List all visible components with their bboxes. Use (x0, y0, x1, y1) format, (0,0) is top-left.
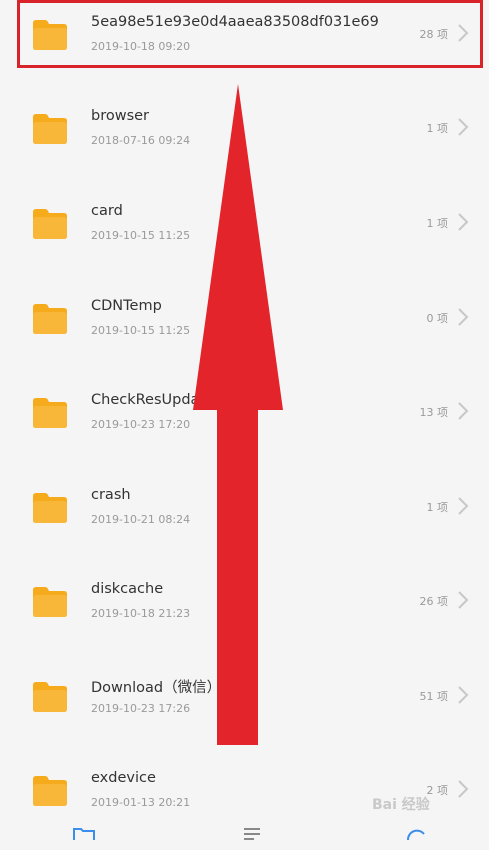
folder-row[interactable]: CDNTemp 2019-10-15 11:25 0 项 (0, 284, 489, 378)
folder-row[interactable]: CheckResUpdat 2019-10-23 17:20 13 项 (0, 378, 489, 472)
folder-date: 2018-07-16 09:24 (91, 134, 191, 147)
folder-name: Download（微信） (91, 680, 222, 696)
bottom-tab-bar (0, 822, 489, 840)
folder-icon (30, 208, 70, 240)
folder-icon (30, 681, 70, 713)
chevron-right-icon (457, 117, 469, 137)
refresh-tab-icon[interactable] (404, 826, 428, 840)
chevron-right-icon (457, 590, 469, 610)
folder-name: CheckResUpdat (91, 392, 206, 408)
item-count: 1 项 (426, 122, 449, 135)
folder-name: diskcache (91, 581, 164, 597)
folder-date: 2019-01-13 20:21 (91, 796, 191, 809)
folder-name: CDNTemp (91, 298, 162, 314)
folder-tab-icon[interactable] (72, 826, 96, 840)
folder-date: 2019-10-18 21:23 (91, 607, 191, 620)
item-count: 26 项 (419, 595, 449, 608)
list-tab-icon[interactable] (240, 826, 264, 840)
item-count: 51 项 (419, 690, 449, 703)
item-count: 1 项 (426, 501, 449, 514)
item-count: 0 项 (426, 312, 449, 325)
folder-row[interactable]: crash 2019-10-21 08:24 1 项 (0, 473, 489, 567)
folder-icon (30, 303, 70, 335)
chevron-right-icon (457, 685, 469, 705)
folder-date: 2019-10-21 08:24 (91, 513, 191, 526)
item-count: 1 项 (426, 217, 449, 230)
folder-icon (30, 775, 70, 807)
folder-date: 2019-10-15 11:25 (91, 229, 191, 242)
chevron-right-icon (457, 212, 469, 232)
baidu-watermark: Bai 经验 (372, 797, 430, 813)
folder-name: browser (91, 108, 150, 124)
folder-row[interactable]: Download（微信） 2019-10-23 17:26 51 项 (0, 662, 489, 756)
folder-name: exdevice (91, 770, 156, 786)
folder-row[interactable]: browser 2018-07-16 09:24 1 项 (0, 94, 489, 188)
chevron-right-icon (457, 307, 469, 327)
item-count: 13 项 (419, 406, 449, 419)
folder-icon (30, 397, 70, 429)
chevron-right-icon (457, 496, 469, 516)
folder-date: 2019-10-23 17:20 (91, 418, 191, 431)
folder-icon (30, 586, 70, 618)
chevron-right-icon (457, 401, 469, 421)
folder-row[interactable]: diskcache 2019-10-18 21:23 26 项 (0, 567, 489, 661)
folder-row[interactable]: card 2019-10-15 11:25 1 项 (0, 189, 489, 283)
folder-icon (30, 113, 70, 145)
folder-date: 2019-10-15 11:25 (91, 324, 191, 337)
folder-icon (30, 492, 70, 524)
folder-date: 2019-10-23 17:26 (91, 702, 191, 715)
highlight-box (17, 0, 483, 68)
folder-name: crash (91, 487, 131, 503)
folder-name: card (91, 203, 123, 219)
chevron-right-icon (457, 779, 469, 799)
